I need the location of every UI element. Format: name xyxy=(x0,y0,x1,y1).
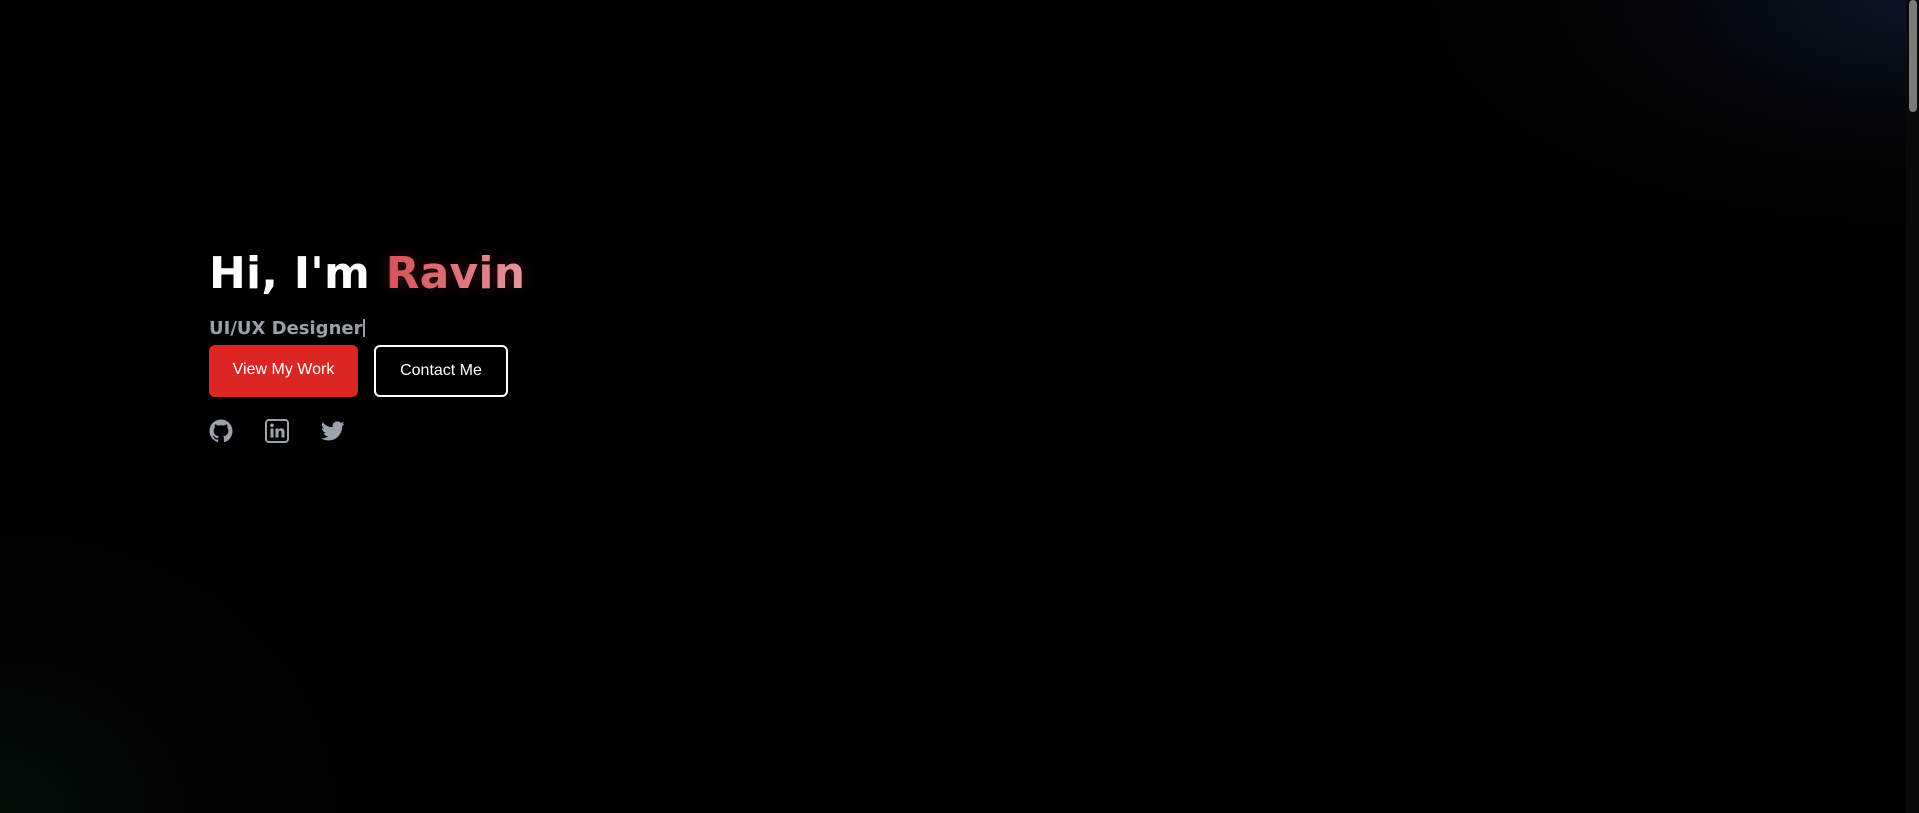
scrollbar[interactable] xyxy=(1906,0,1919,813)
hero-role-text: UI/UX Designer xyxy=(209,318,363,339)
linkedin-icon xyxy=(265,419,289,443)
twitter-icon xyxy=(321,419,345,443)
hero-greeting: Hi, I'm xyxy=(209,248,371,299)
scrollbar-thumb[interactable] xyxy=(1909,0,1917,112)
hero-name: Ravin xyxy=(385,248,526,299)
twitter-link[interactable] xyxy=(321,419,345,443)
view-my-work-button[interactable]: View My Work xyxy=(209,345,358,397)
page: Hi, I'm Ravin UI/UX Designer View My Wor… xyxy=(0,0,1919,813)
hero-role-line: UI/UX Designer xyxy=(209,316,525,342)
typing-caret xyxy=(363,319,365,337)
linkedin-link[interactable] xyxy=(265,419,289,443)
hero-title: Hi, I'm Ravin xyxy=(209,240,525,308)
github-link[interactable] xyxy=(209,419,233,443)
github-icon xyxy=(209,419,233,443)
social-links xyxy=(209,419,525,443)
background-glow-top-right xyxy=(1399,0,1919,240)
contact-me-button[interactable]: Contact Me xyxy=(374,345,508,397)
hero-section: Hi, I'm Ravin UI/UX Designer View My Wor… xyxy=(209,240,525,443)
background-glow-bottom-left xyxy=(0,513,360,813)
hero-actions: View My Work Contact Me xyxy=(209,345,525,397)
